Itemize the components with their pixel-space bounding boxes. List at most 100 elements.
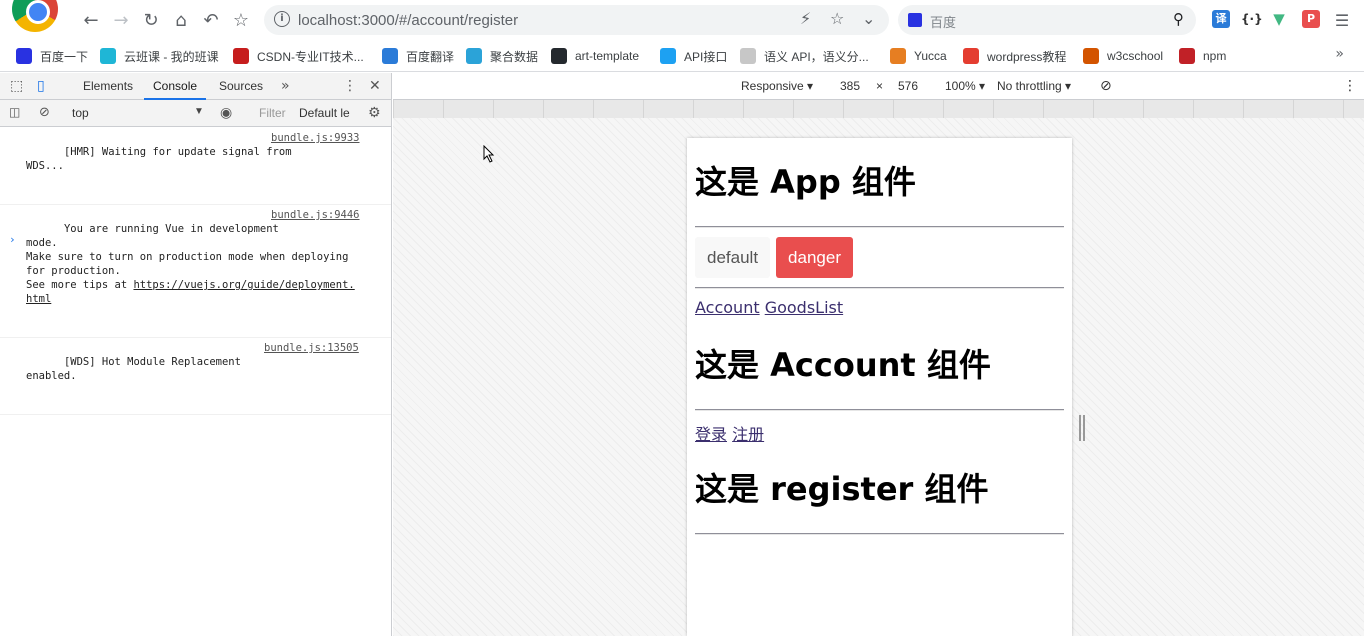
bookmark-item[interactable]: w3cschool (1083, 48, 1163, 64)
default-button[interactable]: default (695, 237, 771, 278)
back-icon[interactable]: ← (79, 8, 103, 32)
bookmarks-overflow-icon[interactable]: » (1335, 46, 1344, 62)
rotate-icon[interactable]: ⊘ (1100, 77, 1112, 94)
bookmark-favicon-icon (551, 48, 567, 64)
source-link[interactable]: bundle.js:9933 (271, 131, 360, 145)
zoom-dropdown[interactable]: 100% ▾ (945, 79, 985, 93)
dimension-x-icon: × (876, 79, 884, 93)
address-url[interactable]: localhost:3000/#/account/register (298, 12, 518, 29)
console-message: [HMR] Waiting for update signal from WDS… (0, 128, 391, 205)
pdf-extension-icon[interactable]: P (1302, 10, 1320, 28)
devtools-panel: ⬚ ▯ Elements Console Sources » ⋮ ✕ ◫ ⊘ t… (0, 73, 392, 636)
gear-icon[interactable]: ⚙ (368, 105, 381, 121)
console-prompt-icon[interactable]: › (9, 233, 16, 246)
browser-toolbar: ← → ↻ ⌂ ↶ ☆ i localhost:3000/#/account/r… (0, 0, 1364, 40)
resize-handle[interactable] (1079, 415, 1085, 441)
device-toggle-icon[interactable]: ▯ (37, 78, 45, 94)
bookmark-item[interactable]: 百度翻译 (382, 48, 454, 64)
device-mode-dropdown[interactable]: Responsive ▾ (741, 79, 813, 93)
bookmark-item[interactable]: 语义 API，语义分... (740, 48, 869, 64)
chevron-down-icon[interactable]: ⌄ (862, 9, 875, 28)
search-icon[interactable]: ⚲ (1173, 10, 1184, 28)
app-title: 这是 App 组件 (695, 163, 916, 201)
menu-icon[interactable]: ☰ (1330, 8, 1354, 32)
clear-console-icon[interactable]: ⊘ (39, 105, 50, 120)
bookmark-label: 云班课 - 我的班课 (124, 49, 219, 64)
bookmark-favicon-icon (466, 48, 482, 64)
account-link[interactable]: Account (695, 298, 760, 317)
throttle-value: No throttling (997, 79, 1062, 93)
bookmark-item[interactable]: API接口 (660, 48, 727, 64)
tab-sources[interactable]: Sources (219, 79, 263, 93)
forward-icon[interactable]: → (109, 8, 133, 32)
bookmark-label: 百度翻译 (406, 49, 455, 64)
bookmark-label: API接口 (684, 49, 728, 64)
vue-devtools-icon[interactable]: ▼ (1270, 10, 1288, 28)
reload-icon[interactable]: ↻ (139, 8, 163, 32)
json-extension-icon[interactable]: {·} (1241, 10, 1263, 28)
bookmark-favicon-icon (382, 48, 398, 64)
bookmark-item[interactable]: Yucca (890, 48, 947, 64)
danger-button[interactable]: danger (776, 237, 853, 278)
bookmark-item[interactable]: 云班课 - 我的班课 (100, 48, 219, 64)
bookmark-label: Yucca (914, 49, 947, 63)
emulated-device: 这是 App 组件 default danger Account GoodsLi… (687, 138, 1072, 636)
more-tabs-icon[interactable]: » (281, 78, 290, 94)
login-link[interactable]: 登录 (695, 425, 727, 444)
translate-extension-icon[interactable]: 译 (1212, 10, 1230, 28)
app-root: 这是 App 组件 default danger Account GoodsLi… (687, 160, 1072, 535)
source-link[interactable]: bundle.js:9446 (271, 208, 360, 222)
inspect-element-icon[interactable]: ⬚ (10, 78, 23, 94)
undo-icon[interactable]: ↶ (199, 8, 223, 32)
context-selector[interactable]: top (72, 106, 89, 120)
caret-down-icon[interactable]: ▼ (194, 106, 204, 117)
bookmark-label: 语义 API，语义分... (764, 49, 869, 64)
goodslist-link[interactable]: GoodsList (765, 298, 843, 317)
sidebar-toggle-icon[interactable]: ◫ (9, 105, 20, 119)
home-icon[interactable]: ⌂ (169, 8, 193, 32)
height-input[interactable]: 576 (898, 79, 918, 93)
lightning-icon[interactable]: ⚡ (800, 9, 811, 28)
console-message: [WDS] Hot Module Replacement enabled. bu… (0, 338, 391, 415)
tab-elements[interactable]: Elements (83, 79, 133, 93)
bookmark-favicon-icon (16, 48, 32, 64)
close-icon[interactable]: ✕ (369, 78, 381, 94)
bookmark-item[interactable]: wordpress教程 (963, 48, 1066, 64)
device-more-icon[interactable]: ⋮ (1343, 77, 1357, 94)
bookmark-item[interactable]: CSDN-专业IT技术... (233, 48, 364, 64)
star-icon[interactable]: ☆ (830, 9, 844, 28)
bookmark-item[interactable]: npm (1179, 48, 1226, 64)
account-title: 这是 Account 组件 (695, 346, 991, 384)
log-levels-dropdown[interactable]: Default le (299, 106, 350, 120)
media-query-ruler (393, 100, 1364, 118)
bookmark-item[interactable]: 百度一下 (16, 48, 88, 64)
bookmark-label: 聚合数据 (490, 49, 539, 64)
bookmark-favicon-icon (1083, 48, 1099, 64)
search-placeholder[interactable]: 百度 (930, 12, 956, 31)
tab-console[interactable]: Console (153, 79, 197, 93)
bookmark-item[interactable]: 聚合数据 (466, 48, 538, 64)
baidu-icon (908, 13, 922, 27)
bookmark-label: npm (1203, 49, 1227, 63)
kebab-menu-icon[interactable]: ⋮ (343, 78, 357, 94)
address-bar[interactable]: i localhost:3000/#/account/register ⚡ ☆ … (264, 5, 889, 35)
search-box[interactable]: 百度 ⚲ (898, 5, 1196, 35)
register-link[interactable]: 注册 (732, 425, 764, 444)
device-toolbar: Responsive ▾ 385 × 576 100% ▾ No throttl… (393, 73, 1364, 100)
bookmark-star-icon[interactable]: ☆ (229, 8, 253, 32)
site-info-icon[interactable]: i (274, 11, 290, 27)
bookmark-favicon-icon (963, 48, 979, 64)
account-links: 登录 注册 (695, 411, 1064, 445)
bookmark-item[interactable]: art-template (551, 48, 639, 64)
bookmark-label: w3cschool (1107, 49, 1164, 63)
device-mode: Responsive (741, 79, 804, 93)
bookmark-label: CSDN-专业IT技术... (257, 49, 364, 64)
width-input[interactable]: 385 (840, 79, 860, 93)
bookmarks-bar: 百度一下 云班课 - 我的班课 CSDN-专业IT技术... 百度翻译 聚合数据… (0, 40, 1364, 72)
message-text: [HMR] Waiting for update signal from WDS… (26, 146, 292, 172)
throttle-dropdown[interactable]: No throttling ▾ (997, 79, 1071, 93)
bookmark-favicon-icon (100, 48, 116, 64)
source-link[interactable]: bundle.js:13505 (264, 341, 359, 355)
filter-input[interactable]: Filter (254, 104, 294, 123)
eye-icon[interactable]: ◉ (220, 105, 232, 121)
